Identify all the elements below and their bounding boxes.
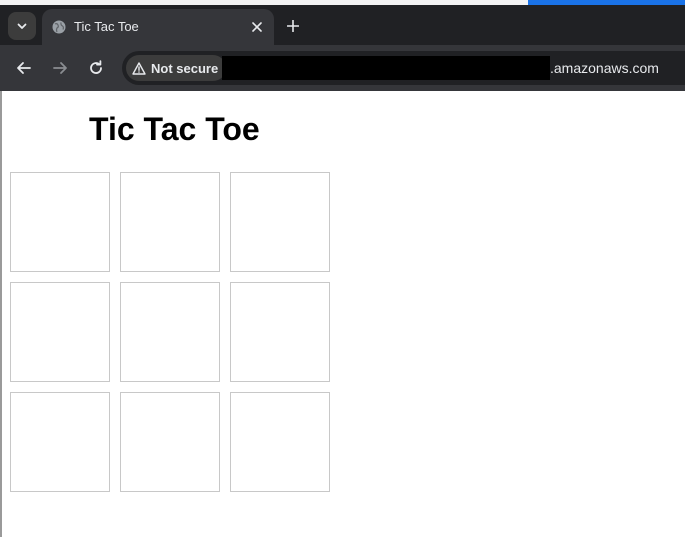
warning-triangle-icon [132,61,146,75]
board-cell[interactable] [230,392,330,492]
reload-icon [90,60,102,74]
page-title: Tic Tac Toe [89,111,260,147]
plus-icon [287,20,299,32]
url-redacted-block [222,56,550,80]
url-domain: .amazonaws.com [550,60,659,76]
board-cell[interactable] [10,172,110,272]
close-icon [252,22,262,32]
board-cell[interactable] [120,282,220,382]
site-security-chip[interactable]: Not secure [126,55,227,81]
forward-button[interactable] [48,56,72,80]
page-viewport: Tic Tac Toe [0,91,685,537]
board-cell[interactable] [120,172,220,272]
arrow-right-icon [53,62,67,74]
browser-window: Tic Tac Toe Not secure .amazonaws.com Ti… [0,0,685,537]
tab-active[interactable]: Tic Tac Toe [42,9,274,45]
globe-icon [52,20,66,34]
board-cell[interactable] [10,392,110,492]
game-board [10,172,332,494]
new-tab-button[interactable] [282,15,304,37]
reload-button[interactable] [84,56,108,80]
tab-strip: Tic Tac Toe [0,5,685,45]
board-cell[interactable] [120,392,220,492]
tab-search-button[interactable] [8,12,36,40]
tab-close-button[interactable] [248,18,266,36]
back-button[interactable] [12,56,36,80]
tab-title: Tic Tac Toe [74,19,139,34]
board-cell[interactable] [230,172,330,272]
browser-toolbar: Not secure .amazonaws.com [0,45,685,91]
arrow-left-icon [17,62,31,74]
security-label: Not secure [151,60,219,76]
board-cell[interactable] [10,282,110,382]
board-cell[interactable] [230,282,330,382]
chevron-down-icon [17,23,27,29]
address-bar[interactable]: Not secure .amazonaws.com [122,51,685,85]
